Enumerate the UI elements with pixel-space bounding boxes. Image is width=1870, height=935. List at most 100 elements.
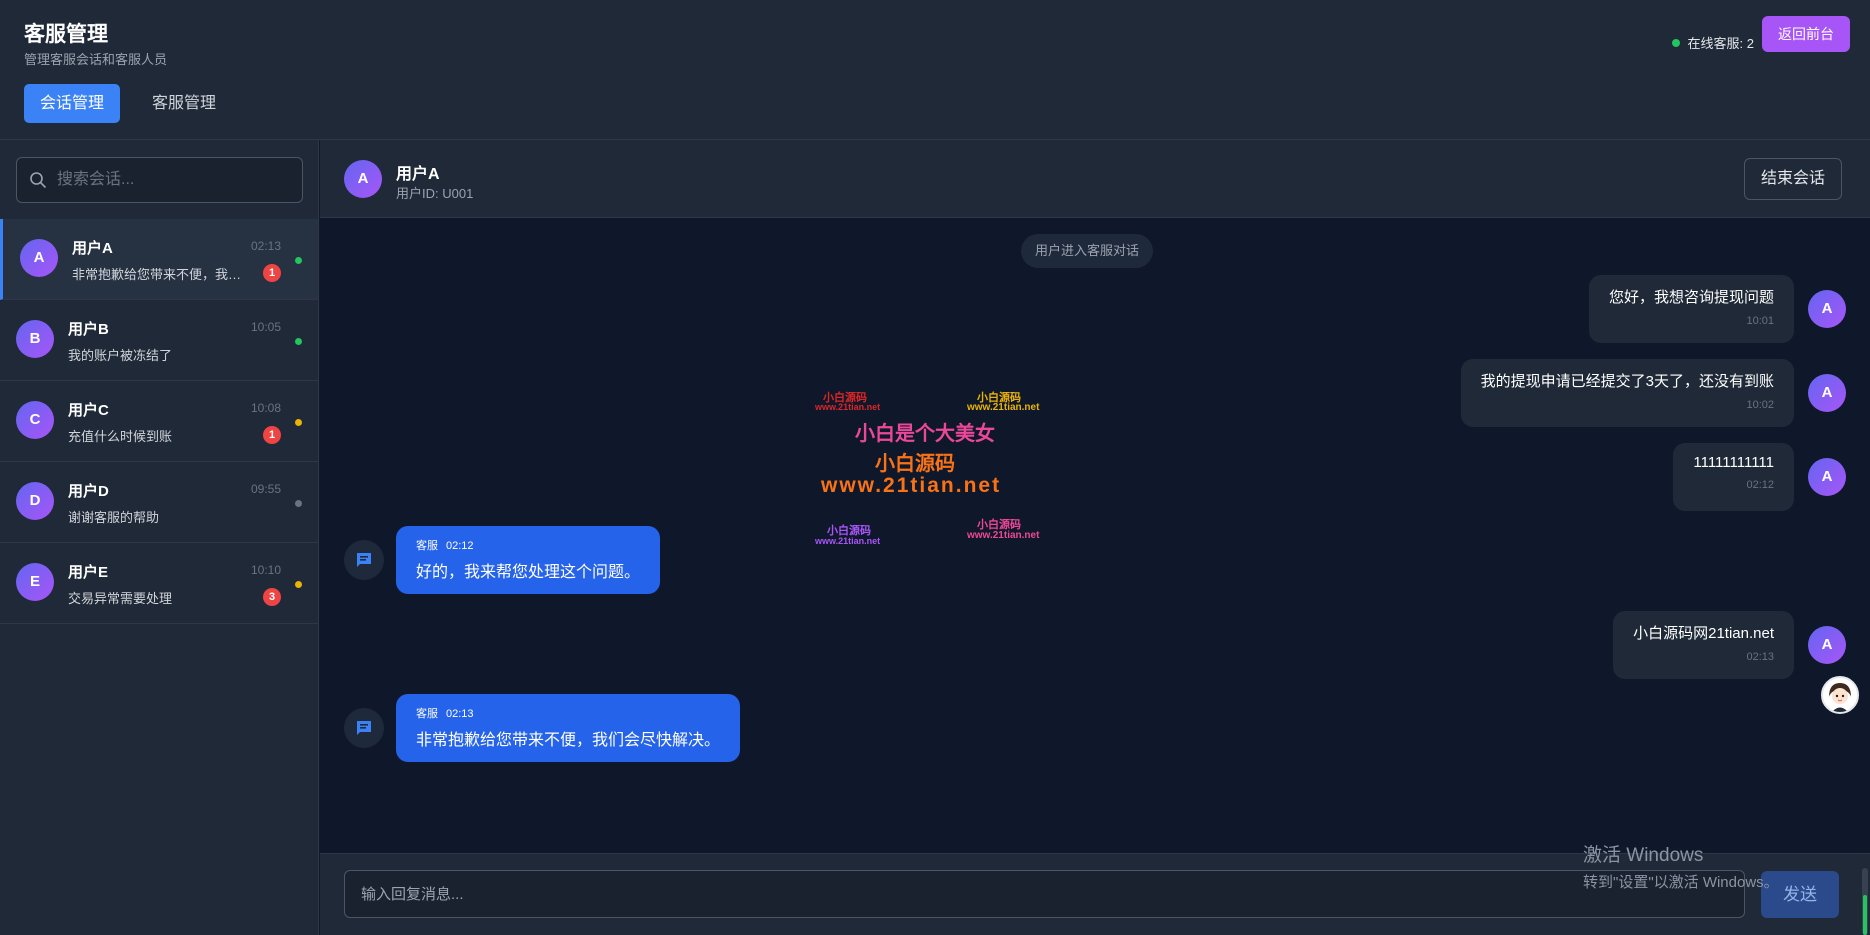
conversation-preview: 非常抱歉给您带来不便，我们会尽快解决。 — [72, 267, 252, 282]
conversation-item[interactable]: C 用户C 10:08 充值什么时候到账 1 — [0, 381, 318, 462]
windows-activation-watermark: 激活 Windows 转到"设置"以激活 Windows。 — [1583, 840, 1779, 892]
conversation-time: 02:13 — [250, 239, 281, 253]
watermark-url: www.21tian.net — [967, 402, 1040, 413]
message-sender: 客服 — [416, 540, 438, 552]
message-meta: 客服 02:13 — [416, 705, 720, 721]
avatar: E — [16, 563, 54, 601]
tab-session-management[interactable]: 会话管理 — [24, 84, 121, 123]
conversation-time: 09:55 — [250, 482, 281, 496]
message-sender: 客服 — [416, 708, 438, 720]
watermark-main: 小白是个大美女 — [855, 423, 995, 445]
page-title: 客服管理 — [24, 23, 108, 46]
conversation-item[interactable]: B 用户B 10:05 我的账户被冻结了 — [0, 300, 318, 381]
status-dot — [295, 338, 302, 345]
watermark-url-large: www.21tian.net — [821, 474, 1002, 497]
search-box — [16, 157, 303, 203]
status-dot — [295, 500, 302, 507]
message-bubble: 11111111111 02:12 — [1673, 443, 1794, 511]
user-message: 我的提现申请已经提交了3天了，还没有到账 10:02 A — [1460, 358, 1846, 428]
agent-message: 客服 02:13 非常抱歉给您带来不便，我们会尽快解决。 — [344, 694, 741, 762]
message-time: 02:13 — [1746, 651, 1774, 663]
chat-header: A 用户A 用户ID: U001 结束会话 — [320, 140, 1870, 218]
unread-badge: 3 — [263, 588, 281, 606]
message-meta: 客服 02:12 — [416, 537, 640, 553]
scroll-indicator[interactable] — [1862, 868, 1868, 935]
chat-bubble-icon — [344, 540, 384, 580]
message-text: 非常抱歉给您带来不便，我们会尽快解决。 — [416, 732, 721, 749]
message-time: 02:12 — [1746, 479, 1774, 491]
conversation-name: 用户D — [68, 483, 109, 500]
tab-agent-management[interactable]: 客服管理 — [136, 84, 232, 123]
conversation-preview: 我的账户被冻结了 — [68, 348, 173, 363]
conversation-name: 用户B — [68, 321, 109, 338]
avatar: B — [16, 320, 54, 358]
reply-input[interactable] — [344, 870, 1745, 918]
page-subtitle: 管理客服会话和客服人员 — [24, 52, 168, 67]
watermark-overlay: 小白源码 www.21tian.net 小白源码 www.21tian.net … — [805, 385, 1075, 550]
message-text: 11111111111 — [1693, 454, 1774, 471]
watermark-brand: 小白源码 — [875, 453, 955, 475]
status-dot — [295, 257, 302, 264]
avatar: D — [16, 482, 54, 520]
message-bubble: 客服 02:13 非常抱歉给您带来不便，我们会尽快解决。 — [396, 694, 741, 762]
message-time: 10:02 — [1746, 399, 1774, 411]
search-input[interactable] — [57, 158, 297, 202]
message-time: 02:12 — [446, 540, 474, 552]
conversation-list: A 用户A 02:13 非常抱歉给您带来不便，我们会尽快解决。 1 B 用户B 10:05 我的… — [0, 219, 318, 624]
message-time: 10:01 — [1746, 315, 1774, 327]
floating-support-avatar[interactable] — [1821, 676, 1859, 714]
activation-title: 激活 Windows — [1583, 845, 1704, 866]
back-to-frontend-button[interactable]: 返回前台 — [1762, 16, 1850, 52]
search-icon — [30, 172, 46, 188]
conversation-item[interactable]: D 用户D 09:55 谢谢客服的帮助 — [0, 462, 318, 543]
conversation-preview: 充值什么时候到账 — [68, 429, 173, 444]
message-text: 我的提现申请已经提交了3天了，还没有到账 — [1480, 373, 1774, 390]
conversation-time: 10:08 — [250, 401, 281, 415]
message-text: 您好，我想咨询提现问题 — [1608, 289, 1774, 306]
message-bubble: 我的提现申请已经提交了3天了，还没有到账 10:02 — [1460, 359, 1794, 427]
message-time: 02:13 — [446, 708, 474, 720]
system-message: 用户进入客服对话 — [1021, 234, 1154, 268]
status-dot — [295, 419, 302, 426]
avatar: A — [1808, 458, 1846, 496]
conversation-time: 10:10 — [250, 563, 281, 577]
conversation-preview: 谢谢客服的帮助 — [68, 510, 160, 525]
message-area[interactable]: 用户进入客服对话 您好，我想咨询提现问题 10:01 A 我的提现申请已经提交了… — [320, 218, 1870, 853]
online-agents-indicator: 在线客服: 2 — [1671, 33, 1754, 52]
chat-bubble-icon — [344, 708, 384, 748]
avatar: A — [1808, 290, 1846, 328]
conversation-time: 10:05 — [250, 320, 281, 334]
message-bubble: 您好，我想咨询提现问题 10:01 — [1588, 275, 1794, 343]
user-message: 您好，我想咨询提现问题 10:01 A — [1588, 274, 1846, 344]
end-session-button[interactable]: 结束会话 — [1743, 158, 1842, 200]
message-bubble: 客服 02:12 好的，我来帮您处理这个问题。 — [396, 526, 661, 594]
message-text: 小白源码网21tian.net — [1633, 625, 1774, 642]
message-text: 好的，我来帮您处理这个问题。 — [416, 564, 641, 581]
agent-message: 客服 02:12 好的，我来帮您处理这个问题。 — [344, 526, 661, 594]
top-bar: 客服管理 管理客服会话和客服人员 会话管理 客服管理 在线客服: 2 返回前台 — [0, 0, 1870, 140]
message-bubble: 小白源码网21tian.net 02:13 — [1613, 611, 1794, 679]
avatar: A — [1808, 374, 1846, 412]
conversation-sidebar: A 用户A 02:13 非常抱歉给您带来不便，我们会尽快解决。 1 B 用户B 10:05 我的… — [0, 140, 319, 935]
avatar: A — [20, 239, 58, 277]
unread-badge: 1 — [263, 426, 281, 444]
user-message: 11111111111 02:12 A — [1673, 442, 1846, 512]
watermark-url: www.21tian.net — [815, 536, 881, 546]
scroll-indicator-fill — [1863, 895, 1867, 935]
chat-user-id: 用户ID: U001 — [396, 186, 474, 201]
watermark-url: www.21tian.net — [815, 402, 881, 412]
avatar: A — [344, 160, 382, 198]
conversation-item[interactable]: E 用户E 10:10 交易异常需要处理 3 — [0, 543, 318, 624]
chat-panel: A 用户A 用户ID: U001 结束会话 用户进入客服对话 您好，我想咨询提现… — [320, 140, 1870, 935]
conversation-name: 用户A — [72, 240, 113, 257]
conversation-preview: 交易异常需要处理 — [68, 591, 173, 606]
conversation-name: 用户C — [68, 402, 109, 419]
chat-user-name: 用户A — [396, 166, 440, 183]
activation-hint: 转到"设置"以激活 Windows。 — [1583, 874, 1779, 891]
conversation-name: 用户E — [68, 564, 109, 581]
online-status-dot — [1671, 38, 1680, 47]
watermark-url: www.21tian.net — [967, 530, 1040, 541]
conversation-item[interactable]: A 用户A 02:13 非常抱歉给您带来不便，我们会尽快解决。 1 — [0, 219, 318, 300]
avatar: A — [1808, 626, 1846, 664]
avatar: C — [16, 401, 54, 439]
